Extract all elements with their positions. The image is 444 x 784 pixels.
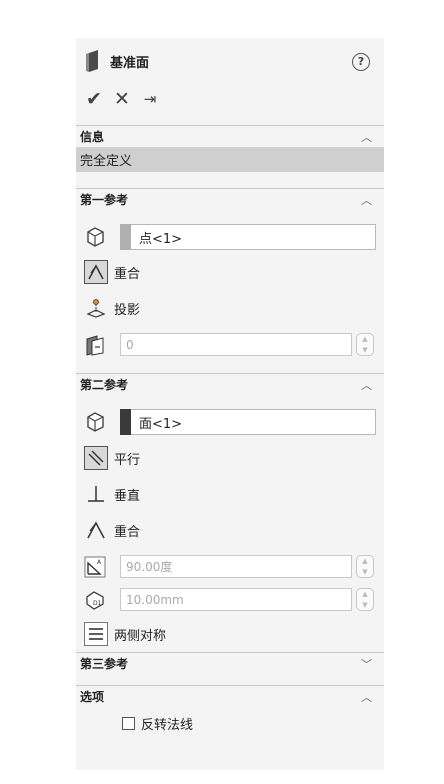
chevron-up-icon[interactable]: ︿ <box>361 129 372 145</box>
section-label: 第三参考 <box>80 657 129 671</box>
option-label: 垂直 <box>114 488 141 504</box>
chevron-up-icon[interactable]: ︿ <box>361 192 372 208</box>
cube-selection-icon <box>87 227 104 247</box>
section-second-ref-header[interactable]: 第二参考 ︿ <box>76 373 384 395</box>
svg-text:D1: D1 <box>93 600 102 607</box>
second-ref-selection-text: 面<1> <box>139 416 183 432</box>
section-label: 信息 <box>80 130 105 144</box>
angle-input[interactable] <box>120 555 352 578</box>
second-ref-option-symmetric[interactable]: 两侧对称 <box>76 618 384 650</box>
second-ref-selection-row: 面<1> <box>76 405 384 437</box>
offset-spinner[interactable]: ▲ ▼ <box>356 333 374 356</box>
chevron-down-icon[interactable]: ﹀ <box>361 656 372 672</box>
section-third-ref-header[interactable]: 第三参考 ﹀ <box>76 652 384 674</box>
distance-spinner[interactable]: ▲ ▼ <box>356 588 374 611</box>
first-ref-option-coincident[interactable]: 重合 <box>76 256 384 288</box>
selection-color-swatch <box>120 409 131 435</box>
distance-icon: D1 <box>86 591 104 610</box>
flip-normal-checkbox[interactable] <box>122 716 135 730</box>
symmetric-icon[interactable] <box>84 622 108 646</box>
pin-button[interactable]: ⇥ <box>140 90 160 108</box>
offset-distance-icon <box>86 335 104 356</box>
second-ref-angle-row: A ▲ ▼ <box>76 550 384 582</box>
section-info-header[interactable]: 信息 ︿ <box>76 125 384 147</box>
status-text: 完全定义 <box>80 154 133 169</box>
first-ref-offset-input[interactable] <box>120 333 352 356</box>
parallel-icon[interactable] <box>84 446 108 470</box>
first-ref-selection-row: 点<1> <box>76 220 384 252</box>
second-ref-distance-row: D1 ▲ ▼ <box>76 583 384 615</box>
cube-selection-icon <box>87 412 104 432</box>
section-label: 选项 <box>80 690 105 704</box>
second-ref-selection-box[interactable]: 面<1> <box>120 409 376 435</box>
angle-spinner[interactable]: ▲ ▼ <box>356 555 374 578</box>
cancel-button[interactable]: ✕ <box>112 88 132 110</box>
status-bar: 完全定义 <box>76 147 384 172</box>
option-label: 投影 <box>114 302 141 318</box>
chevron-up-icon[interactable]: ▲ <box>362 590 367 598</box>
first-ref-offset-row: ▲ ▼ <box>76 328 384 360</box>
plane-icon <box>86 50 98 72</box>
title-bar: 基准面 ? <box>76 38 384 84</box>
chevron-up-icon[interactable]: ︿ <box>361 377 372 393</box>
chevron-up-icon[interactable]: ▲ <box>362 335 367 343</box>
section-options-header[interactable]: 选项 ︿ <box>76 685 384 707</box>
second-ref-option-perpendicular[interactable]: 垂直 <box>76 478 384 510</box>
section-label: 第二参考 <box>80 378 129 392</box>
option-label: 重合 <box>114 266 141 282</box>
action-bar: ✔ ✕ ⇥ <box>76 84 384 114</box>
second-ref-option-parallel[interactable]: 平行 <box>76 442 384 474</box>
chevron-down-icon[interactable]: ▼ <box>362 346 367 354</box>
chevron-up-icon[interactable]: ▲ <box>362 557 367 565</box>
second-ref-option-coincident[interactable]: 重合 <box>76 514 384 546</box>
coincident-icon[interactable] <box>84 518 108 542</box>
ok-button[interactable]: ✔ <box>84 88 104 110</box>
angle-icon: A <box>84 556 106 578</box>
flip-normal-label: 反转法线 <box>141 717 194 733</box>
chevron-down-icon[interactable]: ▼ <box>362 568 367 576</box>
section-first-ref-header[interactable]: 第一参考 ︿ <box>76 188 384 210</box>
flip-normal-row[interactable]: 反转法线 <box>76 710 384 736</box>
distance-input[interactable] <box>120 588 352 611</box>
section-label: 第一参考 <box>80 193 129 207</box>
option-label: 平行 <box>114 452 141 468</box>
help-icon[interactable]: ? <box>352 53 370 71</box>
coincident-icon[interactable] <box>84 260 108 284</box>
first-ref-selection-text: 点<1> <box>139 231 183 247</box>
panel-title: 基准面 <box>110 55 150 71</box>
first-ref-option-projection[interactable]: 投影 <box>76 292 384 324</box>
option-label: 两侧对称 <box>114 628 167 644</box>
projection-icon[interactable] <box>84 296 108 320</box>
option-label: 重合 <box>114 524 141 540</box>
selection-color-swatch <box>120 224 131 250</box>
plane-property-manager: 基准面 ? ✔ ✕ ⇥ 信息 ︿ 完全定义 第一参考 ︿ 点<1> 重合 投影 … <box>76 38 384 770</box>
chevron-up-icon[interactable]: ︿ <box>361 689 372 705</box>
first-ref-selection-box[interactable]: 点<1> <box>120 224 376 250</box>
perpendicular-icon[interactable] <box>84 482 108 506</box>
chevron-down-icon[interactable]: ▼ <box>362 601 367 609</box>
